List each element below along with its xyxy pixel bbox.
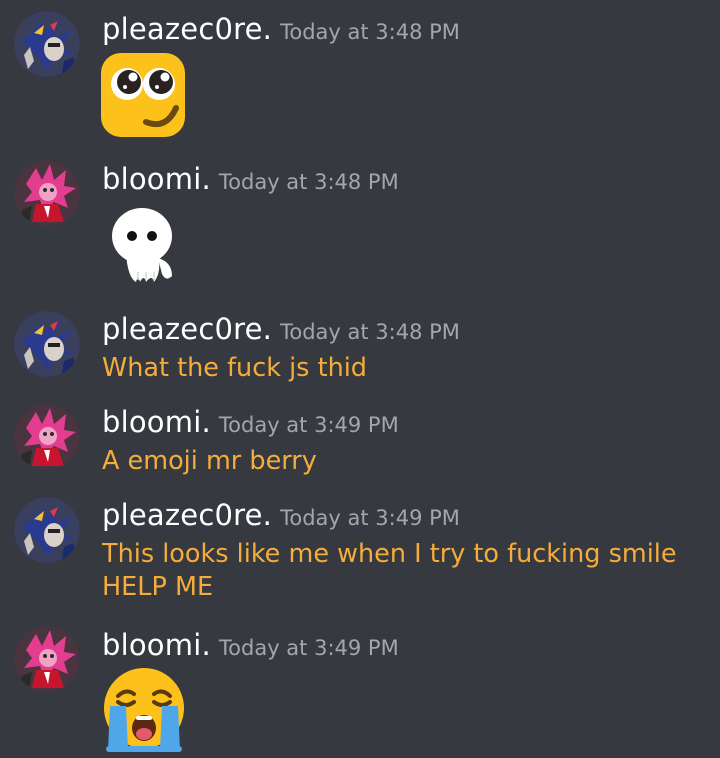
timestamp[interactable]: Today at 3:49 PM [219, 413, 399, 437]
message-header: pleazec0re. Today at 3:49 PM [102, 498, 460, 532]
timestamp[interactable]: Today at 3:48 PM [280, 320, 460, 344]
timestamp[interactable]: Today at 3:49 PM [219, 636, 399, 660]
avatar-image [14, 626, 80, 692]
message-header: pleazec0re. Today at 3:48 PM [102, 12, 460, 46]
timestamp[interactable]: Today at 3:49 PM [280, 506, 460, 530]
username[interactable]: bloomi. [102, 162, 211, 196]
message-header: bloomi. Today at 3:49 PM [102, 405, 399, 439]
username[interactable]: pleazec0re. [102, 312, 272, 346]
message-content: What the fuck js thid [102, 353, 367, 383]
avatar[interactable] [14, 497, 80, 563]
avatar-image [14, 311, 80, 377]
avatar[interactable] [14, 11, 80, 77]
message-header: bloomi. Today at 3:49 PM [102, 628, 399, 662]
username[interactable]: bloomi. [102, 628, 211, 662]
username[interactable]: pleazec0re. [102, 12, 272, 46]
message-header: pleazec0re. Today at 3:48 PM [102, 312, 460, 346]
timestamp[interactable]: Today at 3:48 PM [219, 170, 399, 194]
pleading-smirk-emoji[interactable] [100, 52, 186, 142]
loudly-crying-face-emoji[interactable] [100, 666, 188, 758]
message-content: A emoji mr berry [102, 446, 317, 476]
avatar[interactable] [14, 160, 80, 226]
timestamp[interactable]: Today at 3:48 PM [280, 20, 460, 44]
avatar-image [14, 160, 80, 226]
avatar-image [14, 404, 80, 470]
avatar[interactable] [14, 311, 80, 377]
ghost-character-emoji[interactable] [100, 202, 186, 292]
avatar-image [14, 497, 80, 563]
username[interactable]: pleazec0re. [102, 498, 272, 532]
username[interactable]: bloomi. [102, 405, 211, 439]
avatar-image [14, 11, 80, 77]
avatar[interactable] [14, 626, 80, 692]
message-header: bloomi. Today at 3:48 PM [102, 162, 399, 196]
message-content: This looks like me when I try to fucking… [102, 539, 677, 602]
avatar[interactable] [14, 404, 80, 470]
